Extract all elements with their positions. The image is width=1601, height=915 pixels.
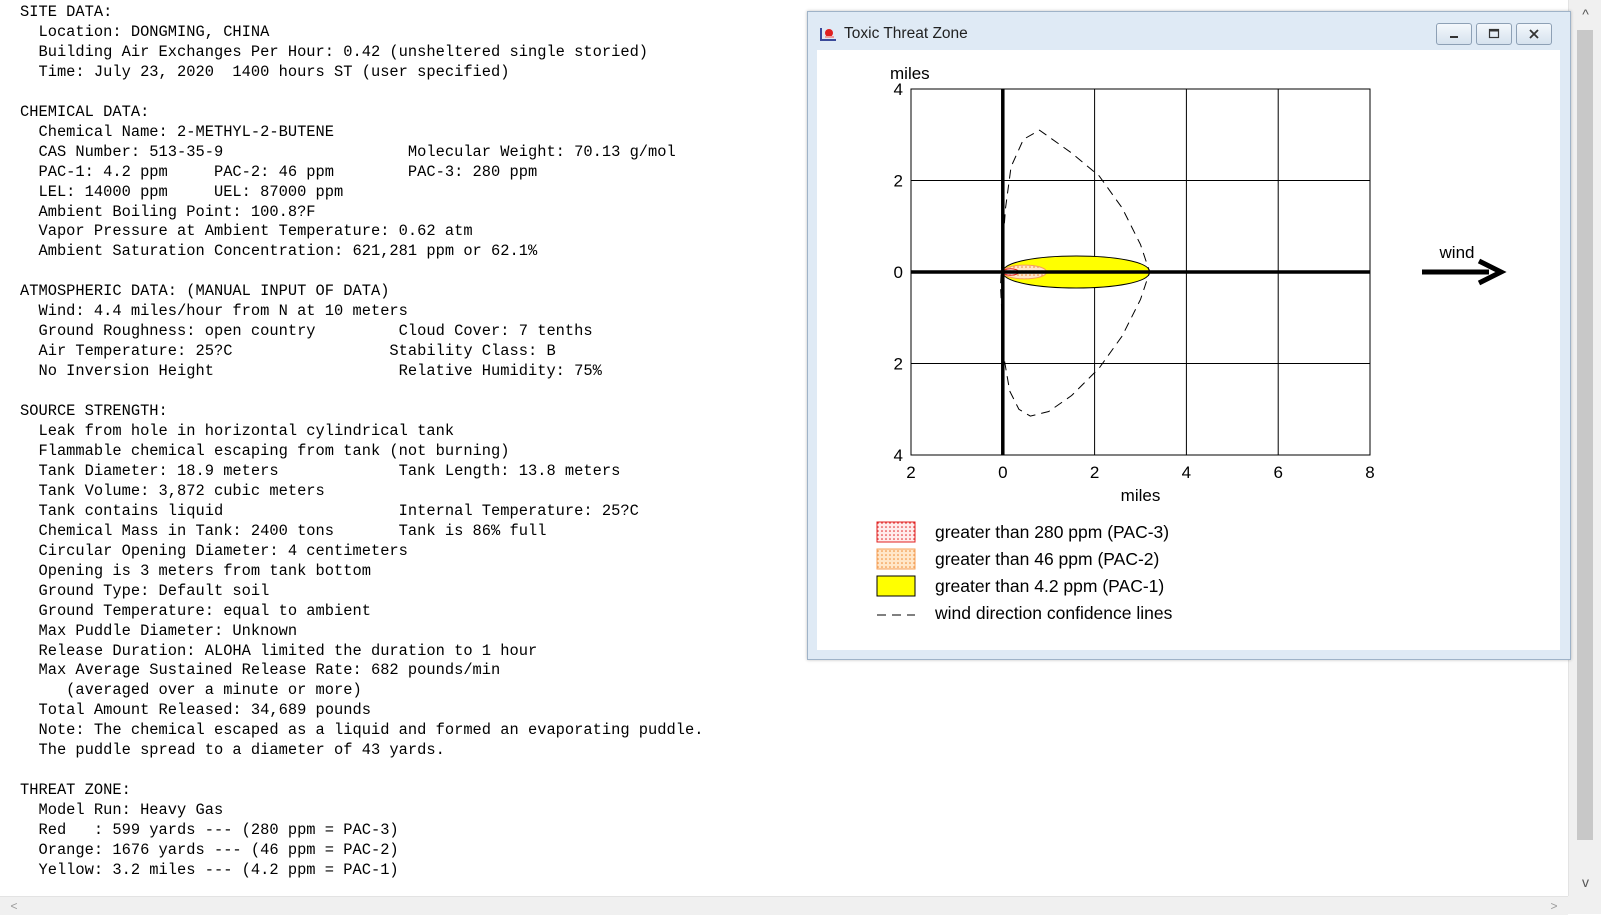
close-button[interactable] (1516, 23, 1552, 45)
report-line: Opening is 3 meters from tank bottom (20, 561, 371, 580)
report-line: Ambient Saturation Concentration: 621,28… (20, 242, 538, 261)
report-line: Total Amount Released: 34,689 pounds (20, 701, 371, 720)
y-tick-label: 2 (894, 355, 903, 374)
x-axis-label: miles (1121, 486, 1161, 505)
report-line: Circular Opening Diameter: 4 centimeters (20, 541, 408, 560)
report-line: Tank Diameter: 18.9 meters Tank Length: … (20, 461, 621, 480)
close-icon (1529, 29, 1539, 39)
report-line: Tank contains liquid Internal Temperatur… (20, 501, 639, 520)
report-line: Ground Type: Default soil (20, 581, 270, 600)
report-line: Chemical Name: 2-METHYL-2-BUTENE (20, 122, 335, 141)
legend-label: greater than 46 ppm (PAC-2) (935, 549, 1159, 569)
legend-label: wind direction confidence lines (934, 603, 1173, 623)
maximize-button[interactable] (1476, 23, 1512, 45)
y-tick-label: 0 (894, 263, 903, 282)
report-line: Ambient Boiling Point: 100.8?F (20, 202, 316, 221)
scroll-right-icon[interactable]: > (1544, 897, 1564, 915)
report-line: CHEMICAL DATA: (20, 102, 150, 121)
vertical-scrollbar[interactable]: ^ v (1568, 0, 1601, 896)
report-line: Release Duration: ALOHA limited the dura… (20, 641, 538, 660)
legend-swatch-pac1 (876, 575, 916, 597)
window-title: Toxic Threat Zone (844, 25, 968, 42)
report-line: Wind: 4.4 miles/hour from N at 10 meters (20, 302, 408, 321)
report-line: ATMOSPHERIC DATA: (MANUAL INPUT OF DATA) (20, 282, 390, 301)
chart-client-area: 2 0 2 4 6 8 4 2 0 2 4 miles miles wind greater than 28… (817, 50, 1560, 650)
report-line: Note: The chemical escaped as a liquid a… (20, 721, 704, 740)
scroll-up-icon[interactable]: ^ (1569, 2, 1601, 26)
resize-grip[interactable] (1568, 896, 1601, 914)
threat-zone-report: SITE DATA: Location: DONGMING, CHINA Bui… (20, 3, 703, 881)
report-line: PAC-1: 4.2 ppm PAC-2: 46 ppm PAC-3: 280 … (20, 162, 538, 181)
x-tick-label: 2 (906, 463, 915, 482)
x-tick-label: 6 (1273, 463, 1282, 482)
report-line: Ground Temperature: equal to ambient (20, 601, 371, 620)
minimize-icon (1450, 36, 1458, 38)
report-line: LEL: 14000 ppm UEL: 87000 ppm (20, 182, 344, 201)
report-line: Yellow: 3.2 miles --- (4.2 ppm = PAC-1) (20, 860, 399, 879)
report-line: Model Run: Heavy Gas (20, 801, 224, 820)
x-tick-label: 0 (998, 463, 1007, 482)
x-tick-label: 8 (1365, 463, 1374, 482)
legend-label: greater than 4.2 ppm (PAC-1) (935, 576, 1164, 596)
horizontal-scrollbar[interactable]: < > (0, 896, 1568, 915)
report-line: CAS Number: 513-35-9 Molecular Weight: 7… (20, 142, 676, 161)
wind-label: wind (1439, 243, 1475, 262)
report-line: Leak from hole in horizontal cylindrical… (20, 422, 455, 441)
minimize-button[interactable] (1436, 23, 1472, 45)
report-line: Max Average Sustained Release Rate: 682 … (20, 661, 501, 680)
legend-label: greater than 280 ppm (PAC-3) (935, 522, 1169, 542)
report-line: Ground Roughness: open country Cloud Cov… (20, 322, 593, 341)
report-line: Time: July 23, 2020 1400 hours ST (user … (20, 62, 510, 81)
report-line: Red : 599 yards --- (280 ppm = PAC-3) (20, 821, 399, 840)
scroll-thumb[interactable] (1577, 30, 1593, 840)
report-line: Chemical Mass in Tank: 2400 tons Tank is… (20, 521, 547, 540)
y-tick-label: 4 (894, 446, 903, 465)
report-line: Orange: 1676 yards --- (46 ppm = PAC-2) (20, 841, 399, 860)
report-line: The puddle spread to a diameter of 43 ya… (20, 741, 445, 760)
report-line: Building Air Exchanges Per Hour: 0.42 (u… (20, 42, 649, 61)
report-line: Vapor Pressure at Ambient Temperature: 0… (20, 222, 473, 241)
y-axis-label: miles (890, 64, 930, 83)
toxic-threat-zone-window[interactable]: Toxic Threat Zone 2 0 2 4 6 8 4 2 0 2 4 miles miles w… (807, 11, 1571, 660)
chart-app-icon (820, 28, 836, 41)
report-line: SITE DATA: (20, 3, 113, 21)
legend-swatch-pac2 (876, 548, 916, 570)
report-line: Location: DONGMING, CHINA (20, 22, 270, 41)
y-tick-label: 2 (894, 172, 903, 191)
report-line: THREAT ZONE: (20, 781, 131, 800)
scroll-down-icon[interactable]: v (1569, 870, 1601, 894)
report-line: Max Puddle Diameter: Unknown (20, 621, 298, 640)
maximize-icon (1488, 28, 1500, 39)
scroll-left-icon[interactable]: < (4, 897, 24, 915)
legend-swatch-pac3 (876, 521, 916, 543)
report-line: Air Temperature: 25?C Stability Class: B (20, 342, 556, 361)
window-titlebar[interactable]: Toxic Threat Zone (808, 12, 1570, 50)
report-line: Tank Volume: 3,872 cubic meters (20, 481, 325, 500)
report-line: (averaged over a minute or more) (20, 681, 362, 700)
report-line: Flammable chemical escaping from tank (n… (20, 441, 510, 460)
x-tick-label: 2 (1090, 463, 1099, 482)
threat-zone-chart: 2 0 2 4 6 842024milesmileswindgreater than 28… (876, 64, 1507, 623)
report-line: SOURCE STRENGTH: (20, 402, 168, 421)
report-line: No Inversion Height Relative Humidity: 7… (20, 362, 602, 381)
x-tick-label: 4 (1182, 463, 1191, 482)
